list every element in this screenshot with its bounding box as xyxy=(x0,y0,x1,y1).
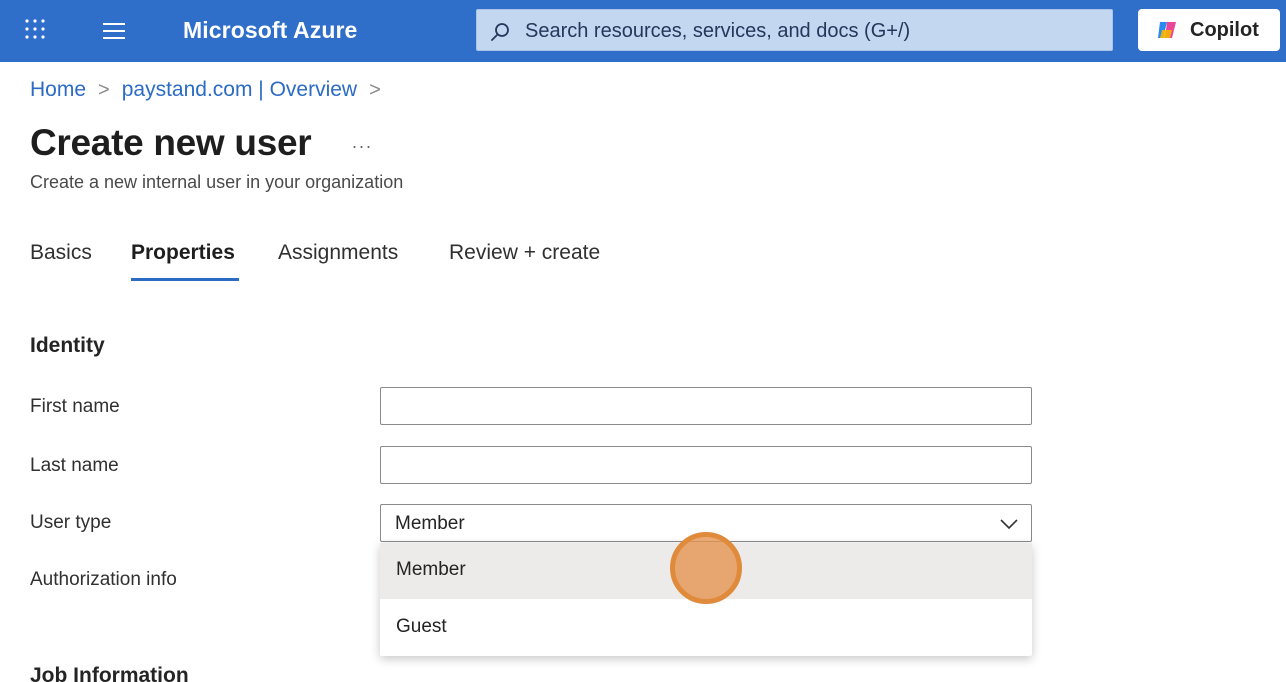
search-input[interactable]: Search resources, services, and docs (G+… xyxy=(476,9,1113,51)
more-options-button[interactable]: ... xyxy=(352,132,373,153)
user-type-selected-value: Member xyxy=(395,513,465,534)
tab-basics[interactable]: Basics xyxy=(30,241,92,265)
page-subtitle: Create a new internal user in your organ… xyxy=(30,172,404,192)
tab-assignments[interactable]: Assignments xyxy=(278,241,398,265)
authorization-info-label: Authorization info xyxy=(30,569,177,590)
search-icon xyxy=(489,21,511,43)
brand-title[interactable]: Microsoft Azure xyxy=(183,17,357,44)
chevron-right-icon: > xyxy=(369,78,381,101)
option-label: Member xyxy=(396,559,466,580)
tab-review-create[interactable]: Review + create xyxy=(449,241,600,265)
search-placeholder: Search resources, services, and docs (G+… xyxy=(525,20,911,42)
first-name-label: First name xyxy=(30,396,120,417)
first-name-field[interactable] xyxy=(380,387,1032,425)
tab-properties[interactable]: Properties xyxy=(131,241,235,265)
breadcrumb-overview[interactable]: paystand.com | Overview xyxy=(122,78,357,102)
option-guest[interactable]: Guest xyxy=(380,600,1032,656)
chevron-down-icon xyxy=(999,517,1019,531)
copilot-icon xyxy=(1156,20,1178,40)
page-title: Create new user xyxy=(30,122,312,163)
breadcrumb: Home > paystand.com | Overview > xyxy=(30,78,393,102)
last-name-field[interactable] xyxy=(380,446,1032,484)
last-name-label: Last name xyxy=(30,455,119,476)
copilot-button[interactable]: Copilot xyxy=(1138,9,1280,51)
job-information-heading: Job Information xyxy=(30,664,189,682)
top-bar: Microsoft Azure Search resources, servic… xyxy=(0,0,1286,62)
click-indicator xyxy=(670,532,742,604)
option-label: Guest xyxy=(396,616,447,637)
copilot-label: Copilot xyxy=(1190,19,1259,41)
waffle-icon[interactable] xyxy=(24,18,46,40)
identity-heading: Identity xyxy=(30,334,105,357)
user-type-label: User type xyxy=(30,512,112,533)
breadcrumb-home[interactable]: Home xyxy=(30,78,86,102)
active-tab-indicator xyxy=(131,278,239,281)
hamburger-icon[interactable] xyxy=(101,20,127,42)
chevron-right-icon: > xyxy=(98,78,110,101)
